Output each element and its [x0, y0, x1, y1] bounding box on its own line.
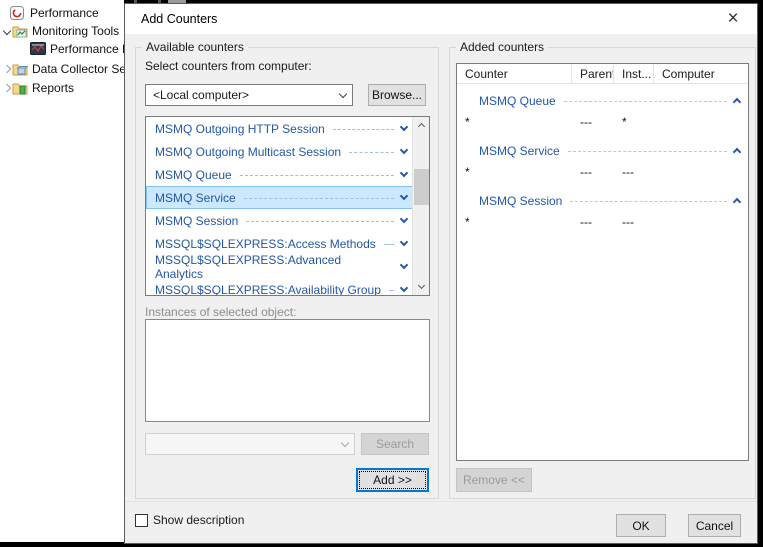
chevron-right-icon[interactable]: [3, 65, 11, 73]
added-counters-group-label: Added counters: [456, 40, 548, 54]
expand-chevron-icon[interactable]: [400, 284, 408, 292]
counter-list-item[interactable]: MSMQ Queue: [146, 163, 413, 186]
instances-label: Instances of selected object:: [145, 305, 296, 319]
vertical-scrollbar[interactable]: [412, 117, 429, 295]
tree-item-label: Performance Monitor: [50, 42, 124, 56]
performance-logo-icon: [10, 6, 26, 20]
folder-collector-icon: [12, 62, 28, 76]
added-counters-table[interactable]: Counter Parent Inst... Computer MSMQ Que…: [456, 63, 749, 461]
chevron-down-icon[interactable]: [334, 94, 352, 97]
tree-item-label: Performance: [30, 6, 99, 20]
dialog-titlebar: Add Counters ×: [125, 4, 757, 34]
close-icon[interactable]: ×: [719, 6, 747, 32]
available-counters-list[interactable]: MSMQ Outgoing HTTP Session MSMQ Outgoing…: [145, 116, 430, 296]
scrollbar-thumb[interactable]: [414, 169, 429, 205]
collapse-chevron-icon[interactable]: [733, 198, 741, 206]
counter-group-row[interactable]: MSMQ Service: [457, 138, 748, 163]
remove-button: Remove <<: [456, 468, 532, 492]
dialog-title: Add Counters: [141, 12, 217, 26]
tree-item-performance[interactable]: Performance: [0, 4, 124, 22]
browse-button[interactable]: Browse...: [368, 84, 426, 106]
column-header-counter[interactable]: Counter: [457, 64, 572, 83]
expand-chevron-icon[interactable]: [400, 238, 408, 246]
tree-item-label: Reports: [32, 81, 74, 95]
expand-chevron-icon[interactable]: [400, 123, 408, 131]
cancel-button[interactable]: Cancel: [688, 514, 741, 537]
counter-list-item[interactable]: MSMQ Outgoing Multicast Session: [146, 140, 413, 163]
show-description-control: Show description: [135, 513, 244, 527]
add-counters-dialog: Add Counters × Available counters Select…: [124, 3, 758, 544]
computer-combobox-value: <Local computer>: [146, 88, 334, 102]
counter-value-row[interactable]: * --- *: [457, 113, 748, 138]
scrollbar-down-icon[interactable]: [413, 278, 430, 295]
expand-chevron-icon[interactable]: [400, 215, 408, 223]
available-counters-group-label: Available counters: [142, 40, 248, 54]
screenshot-root: Performance Monitoring Tools Performance…: [0, 0, 763, 547]
counter-list-item-selected[interactable]: MSMQ Service: [146, 186, 413, 209]
select-computer-label: Select counters from computer:: [145, 59, 312, 73]
tree-item-reports[interactable]: Reports: [2, 79, 124, 97]
counter-list-item[interactable]: MSSQL$SQLEXPRESS:Availability Group: [146, 278, 413, 296]
counter-group-row[interactable]: MSMQ Session: [457, 188, 748, 213]
ok-button[interactable]: OK: [616, 514, 666, 537]
collapse-chevron-icon[interactable]: [733, 148, 741, 156]
table-header-row: Counter Parent Inst... Computer: [457, 64, 748, 84]
counter-group-row[interactable]: MSMQ Queue: [457, 88, 748, 113]
search-button: Search: [361, 433, 429, 455]
folder-reports-icon: [12, 81, 28, 95]
instances-list[interactable]: [145, 319, 430, 422]
add-button[interactable]: Add >>: [356, 468, 429, 492]
counter-list-item[interactable]: MSMQ Outgoing HTTP Session: [146, 117, 413, 140]
performance-monitor-icon: [30, 42, 46, 56]
collapse-chevron-icon[interactable]: [733, 98, 741, 106]
tree-item-label: Data Collector Sets: [32, 62, 124, 76]
expand-chevron-icon[interactable]: [400, 146, 408, 154]
footer-divider: [125, 501, 757, 502]
counter-value-row[interactable]: * --- ---: [457, 213, 748, 238]
counter-value-row[interactable]: * --- ---: [457, 163, 748, 188]
tree-item-performance-monitor[interactable]: Performance Monitor: [30, 40, 124, 58]
computer-combobox[interactable]: <Local computer>: [145, 84, 353, 106]
expand-chevron-icon[interactable]: [400, 169, 408, 177]
console-tree-panel: Performance Monitoring Tools Performance…: [0, 0, 124, 542]
show-description-checkbox[interactable]: [135, 514, 148, 527]
expand-chevron-icon[interactable]: [400, 192, 408, 200]
search-combobox: [145, 433, 355, 455]
counter-list-item[interactable]: MSSQL$SQLEXPRESS:Advanced Analytics: [146, 255, 413, 278]
column-header-computer[interactable]: Computer: [654, 64, 748, 83]
show-description-label: Show description: [153, 513, 244, 527]
column-header-parent[interactable]: Parent: [572, 64, 614, 83]
tree-item-label: Monitoring Tools: [32, 24, 119, 38]
chevron-down-icon[interactable]: [3, 27, 11, 35]
chevron-down-icon: [336, 443, 354, 446]
counter-list-item[interactable]: MSMQ Session: [146, 209, 413, 232]
folder-monitoring-icon: [12, 24, 28, 38]
scrollbar-up-icon[interactable]: [413, 117, 430, 134]
expand-chevron-icon[interactable]: [400, 261, 408, 269]
column-header-inst[interactable]: Inst...: [614, 64, 654, 83]
tree-item-data-collector-sets[interactable]: Data Collector Sets: [2, 60, 124, 78]
tree-item-monitoring-tools[interactable]: Monitoring Tools: [2, 22, 124, 40]
chevron-right-icon[interactable]: [3, 84, 11, 92]
